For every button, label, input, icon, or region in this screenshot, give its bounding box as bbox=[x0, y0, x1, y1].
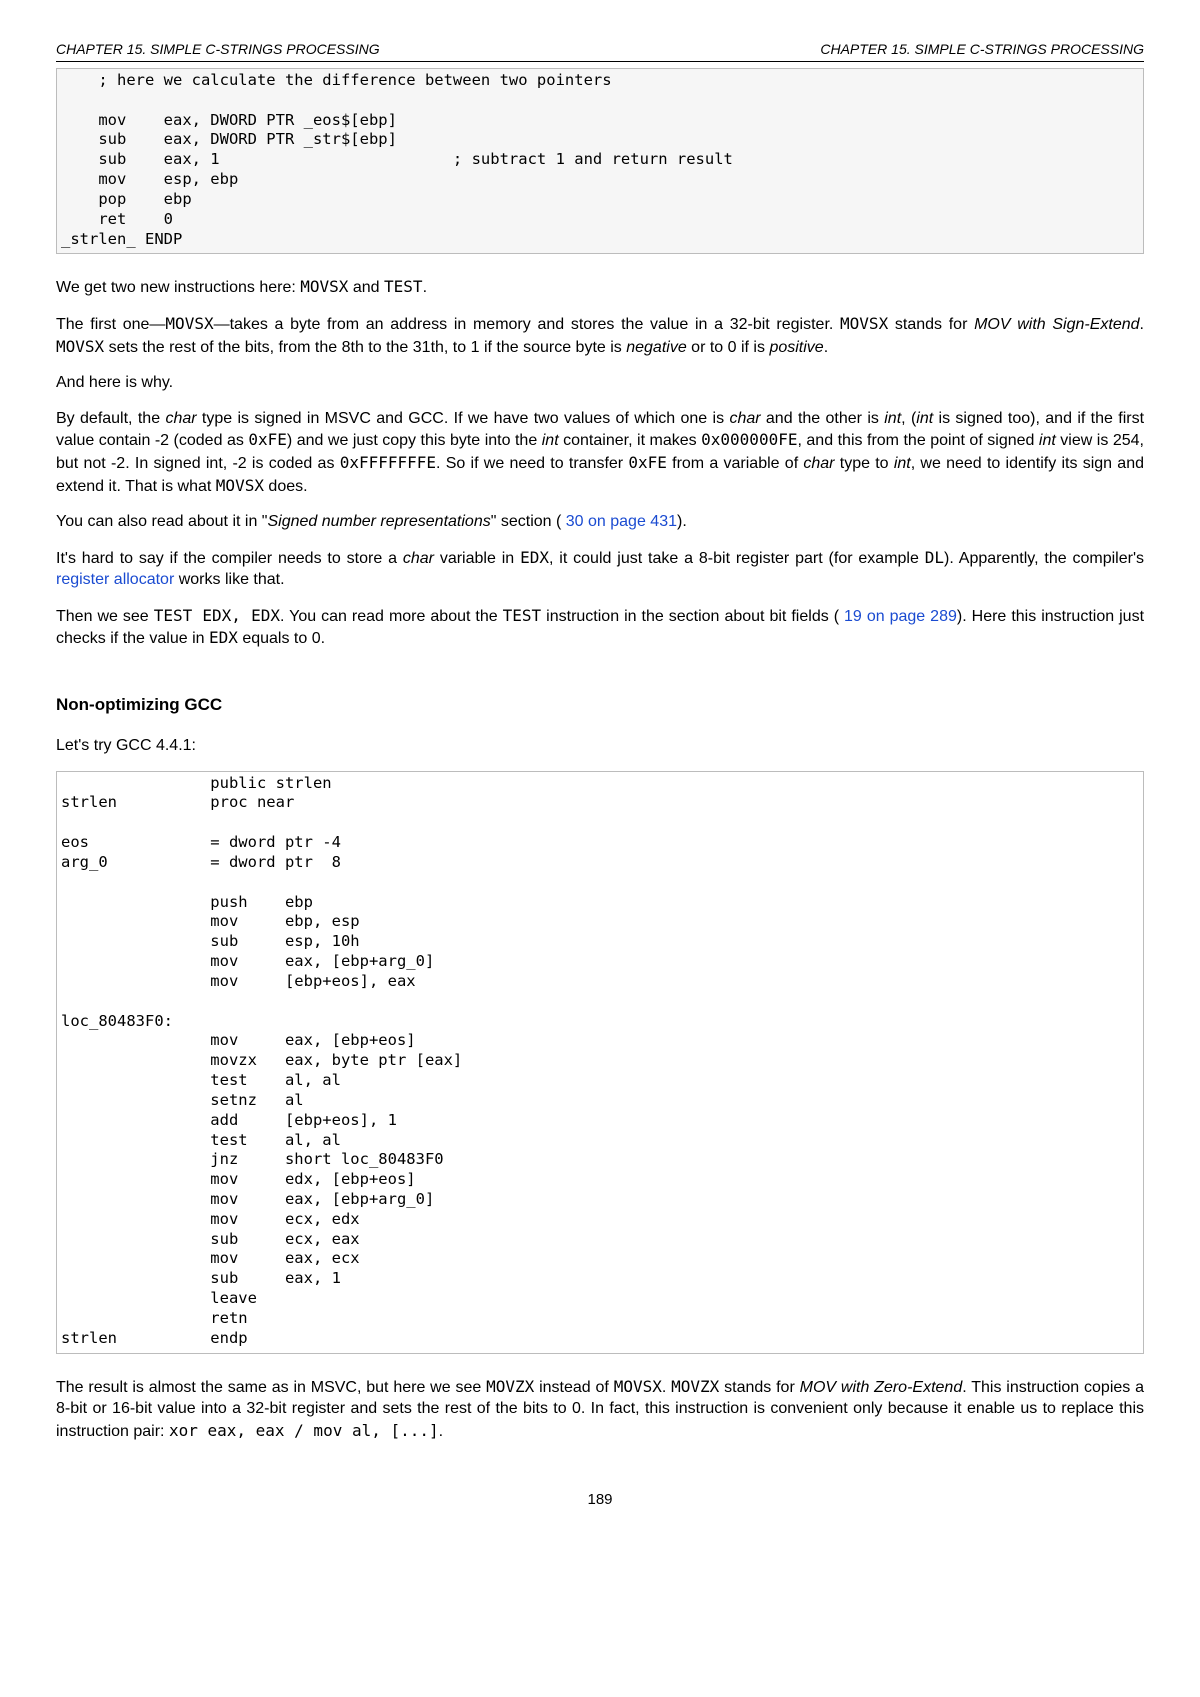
header-right: CHAPTER 15. SIMPLE C-STRINGS PROCESSING bbox=[820, 40, 1144, 59]
link-section-30[interactable]: 30 on page 431 bbox=[566, 513, 677, 530]
para-here-why: And here is why. bbox=[56, 372, 1144, 394]
kw-movsx: MOVSX bbox=[300, 277, 348, 296]
para-new-instructions: We get two new instructions here: MOVSX … bbox=[56, 276, 1144, 299]
link-register-allocator[interactable]: register allocator bbox=[56, 571, 174, 588]
page-header: CHAPTER 15. SIMPLE C-STRINGS PROCESSING … bbox=[56, 40, 1144, 62]
code-listing-msvc-tail: ; here we calculate the difference betwe… bbox=[56, 68, 1144, 254]
para-signed-repr-ref: You can also read about it in "Signed nu… bbox=[56, 511, 1144, 533]
code-listing-gcc: public strlen strlen proc near eos = dwo… bbox=[56, 771, 1144, 1354]
para-test-edx: Then we see TEST EDX, EDX. You can read … bbox=[56, 605, 1144, 650]
para-movzx: The result is almost the same as in MSVC… bbox=[56, 1376, 1144, 1443]
para-movsx-explain: The first one—MOVSX—takes a byte from an… bbox=[56, 313, 1144, 358]
subheading-non-opt-gcc: Non-optimizing GCC bbox=[56, 694, 1144, 717]
para-register-allocator: It's hard to say if the compiler needs t… bbox=[56, 547, 1144, 591]
header-left: CHAPTER 15. SIMPLE C-STRINGS PROCESSING bbox=[56, 40, 380, 59]
link-section-19[interactable]: 19 on page 289 bbox=[844, 608, 957, 625]
page-number: 189 bbox=[56, 1490, 1144, 1510]
kw-test: TEST bbox=[384, 277, 423, 296]
para-char-signed: By default, the char type is signed in M… bbox=[56, 408, 1144, 497]
para-try-gcc: Let's try GCC 4.4.1: bbox=[56, 735, 1144, 757]
